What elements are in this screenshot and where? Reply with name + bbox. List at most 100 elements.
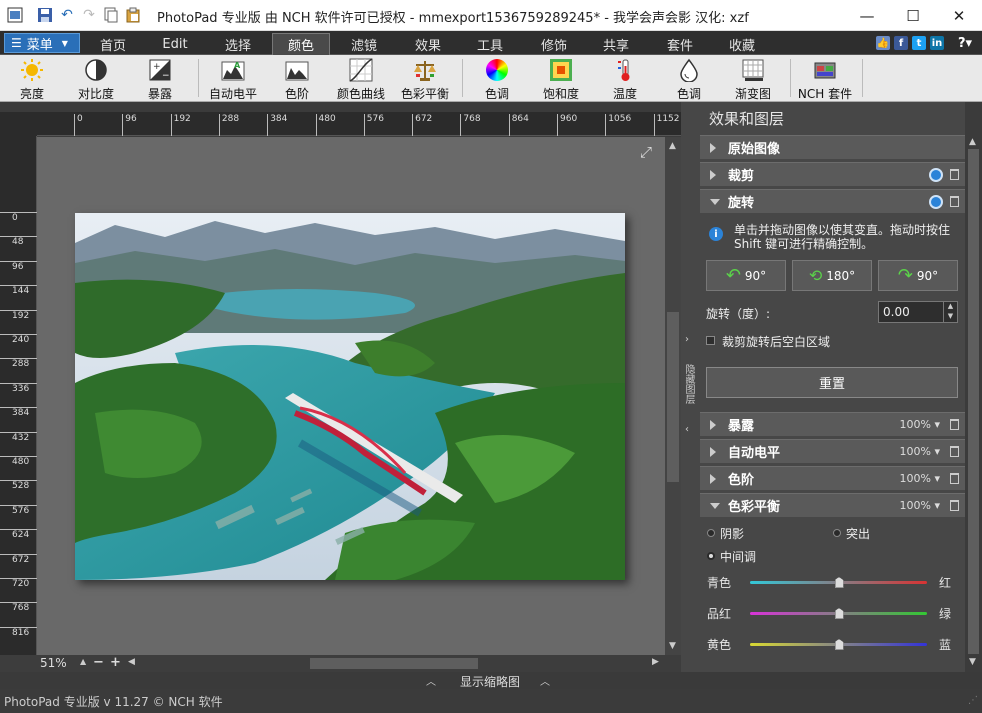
gradient-map-button[interactable]: 渐变图 <box>723 58 783 102</box>
help-icon[interactable]: ?▾ <box>954 36 976 51</box>
section-original-image[interactable]: 原始图像 <box>700 135 965 159</box>
rotate-180-button[interactable]: ⟲ 180° <box>792 260 872 291</box>
shadows-radio[interactable] <box>707 529 715 537</box>
zoom-out-button[interactable]: − <box>93 655 104 670</box>
chevron-right-icon[interactable]: › <box>685 334 689 345</box>
crop-after-rotate-checkbox[interactable] <box>706 336 715 345</box>
stepper-up-icon[interactable]: ▲ <box>943 302 957 312</box>
temperature-button[interactable]: 温度 <box>595 58 655 102</box>
tab-color[interactable]: 颜色 <box>272 33 330 55</box>
midtones-radio[interactable] <box>707 552 715 560</box>
section-levels[interactable]: 色阶 100% ▾ <box>700 466 965 490</box>
chevron-up-icon[interactable]: ︿ <box>426 673 436 688</box>
scroll-right-icon[interactable]: ▶ <box>652 657 659 667</box>
hue-button[interactable]: 色调 <box>467 58 527 102</box>
ruler-tick: 0 <box>74 114 83 136</box>
trash-icon[interactable] <box>950 446 959 457</box>
scroll-left-icon[interactable]: ◀ <box>128 657 135 667</box>
photo-image[interactable] <box>75 213 625 580</box>
trash-icon[interactable] <box>950 169 959 180</box>
scroll-down-icon[interactable]: ▼ <box>669 641 676 651</box>
color-curves-button[interactable]: 颜色曲线 <box>331 58 391 102</box>
opacity-value[interactable]: 100% ▾ <box>900 499 940 512</box>
tab-favorites[interactable]: 收藏 <box>714 33 770 55</box>
trash-icon[interactable] <box>950 473 959 484</box>
horizontal-scroll-thumb[interactable] <box>310 658 478 669</box>
opacity-value[interactable]: 100% ▾ <box>900 418 940 431</box>
scroll-up-icon[interactable]: ▲ <box>669 141 676 151</box>
tab-edit[interactable]: Edit <box>148 33 202 55</box>
chevron-up-icon[interactable]: ︿ <box>540 673 550 688</box>
maximize-button[interactable]: ☐ <box>890 0 936 31</box>
stepper-down-icon[interactable]: ▼ <box>943 312 957 322</box>
tab-effects[interactable]: 效果 <box>400 33 456 55</box>
tab-suite[interactable]: 套件 <box>652 33 708 55</box>
exposure-button[interactable]: + − 暴露 <box>130 58 190 102</box>
rotate-ccw-90-button[interactable]: ↶ 90° <box>706 260 786 291</box>
hide-layers-label[interactable]: 隐藏图层 <box>683 364 696 404</box>
magenta-green-slider-thumb[interactable] <box>834 608 844 619</box>
show-thumbnails-label[interactable]: 显示缩略图 <box>460 673 520 690</box>
linkedin-icon[interactable]: in <box>930 36 944 50</box>
pin-icon[interactable] <box>929 195 943 209</box>
main-menu-button[interactable]: ☰ 菜单 ▼ <box>4 33 80 53</box>
undo-icon[interactable]: ↶ <box>58 6 76 24</box>
scroll-down-icon[interactable]: ▼ <box>969 657 976 667</box>
section-crop[interactable]: 裁剪 <box>700 162 965 186</box>
contrast-button[interactable]: 对比度 <box>66 58 126 102</box>
canvas-vertical-scrollbar[interactable]: ▲ ▼ <box>665 137 681 655</box>
reset-button[interactable]: 重置 <box>706 367 958 398</box>
levels-button[interactable]: 色阶 <box>267 58 327 102</box>
trash-icon[interactable] <box>950 419 959 430</box>
rotate-degree-stepper[interactable]: 0.00 ▲ ▼ <box>878 301 958 323</box>
layers-splitter[interactable]: › 隐藏图层 ‹ <box>681 102 700 672</box>
scroll-up-icon[interactable]: ▲ <box>969 137 976 147</box>
copy-icon[interactable] <box>102 6 120 24</box>
minimize-button[interactable]: — <box>844 0 890 31</box>
trash-icon[interactable] <box>950 500 959 511</box>
opacity-value[interactable]: 100% ▾ <box>900 472 940 485</box>
pin-icon[interactable] <box>929 168 943 182</box>
chevron-left-icon[interactable]: ‹ <box>685 424 689 435</box>
close-button[interactable]: ✕ <box>936 0 982 31</box>
chevron-down-icon: ▼ <box>61 38 68 48</box>
histogram-icon <box>285 58 309 82</box>
highlights-radio[interactable] <box>833 529 841 537</box>
saturation-button[interactable]: 饱和度 <box>531 58 591 102</box>
resize-grip-icon[interactable]: ⋰ <box>968 695 978 706</box>
section-color-balance[interactable]: 色彩平衡 100% ▾ <box>700 493 965 517</box>
redo-icon[interactable]: ↷ <box>80 6 98 24</box>
tab-share[interactable]: 共享 <box>588 33 644 55</box>
panel-scroll-thumb[interactable] <box>968 149 979 654</box>
rotate-cw-90-button[interactable]: ↷ 90° <box>878 260 958 291</box>
opacity-value[interactable]: 100% ▾ <box>900 445 940 458</box>
section-rotate[interactable]: 旋转 <box>700 189 965 213</box>
zoom-up-icon[interactable]: ▲ <box>80 657 86 666</box>
tab-select[interactable]: 选择 <box>210 33 266 55</box>
tab-filters[interactable]: 滤镜 <box>336 33 392 55</box>
like-icon[interactable]: 👍 <box>876 36 890 50</box>
tab-home[interactable]: 首页 <box>86 33 140 55</box>
tint-button[interactable]: 色调 <box>659 58 719 102</box>
tab-retouch[interactable]: 修饰 <box>526 33 582 55</box>
fullscreen-icon[interactable]: ⤢ <box>640 143 652 161</box>
tab-tools[interactable]: 工具 <box>462 33 518 55</box>
trash-icon[interactable] <box>950 196 959 207</box>
scroll-thumb[interactable] <box>667 312 679 482</box>
cyan-red-slider-thumb[interactable] <box>834 577 844 588</box>
twitter-icon[interactable]: t <box>912 36 926 50</box>
nch-suite-button[interactable]: NCH 套件 <box>795 58 855 102</box>
facebook-icon[interactable]: f <box>894 36 908 50</box>
color-balance-button[interactable]: 色彩平衡 <box>395 58 455 102</box>
panel-vertical-scrollbar[interactable]: ▲ ▼ <box>965 135 982 672</box>
paste-icon[interactable] <box>124 6 142 24</box>
auto-level-button[interactable]: A 自动电平 <box>203 58 263 102</box>
rotate-degree-value[interactable]: 0.00 <box>883 305 910 319</box>
save-icon[interactable] <box>36 6 54 24</box>
zoom-level[interactable]: 51% <box>40 656 67 670</box>
brightness-button[interactable]: 亮度 <box>2 58 62 102</box>
yellow-blue-slider-thumb[interactable] <box>834 639 844 650</box>
section-auto-level[interactable]: 自动电平 100% ▾ <box>700 439 965 463</box>
section-exposure[interactable]: 暴露 100% ▾ <box>700 412 965 436</box>
zoom-in-button[interactable]: + <box>110 655 121 670</box>
